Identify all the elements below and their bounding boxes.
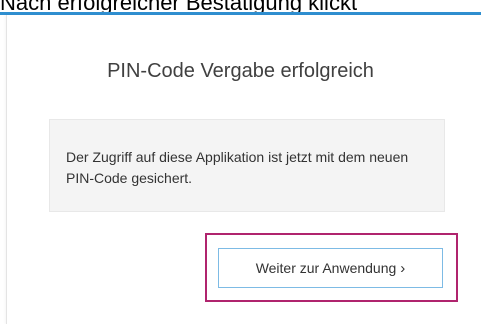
message-box: Der Zugriff auf diese Applikation ist je… [49, 119, 445, 212]
page: Nach erfolgreicher Bestätigung klickt PI… [0, 0, 481, 324]
continue-button[interactable]: Weiter zur Anwendung › [218, 248, 443, 288]
continue-button-label: Weiter zur Anwendung [255, 260, 397, 276]
chevron-right-icon: › [400, 259, 406, 277]
dialog-title: PIN-Code Vergabe erfolgreich [107, 60, 374, 82]
message-text: Der Zugriff auf diese Applikation ist je… [66, 149, 409, 186]
